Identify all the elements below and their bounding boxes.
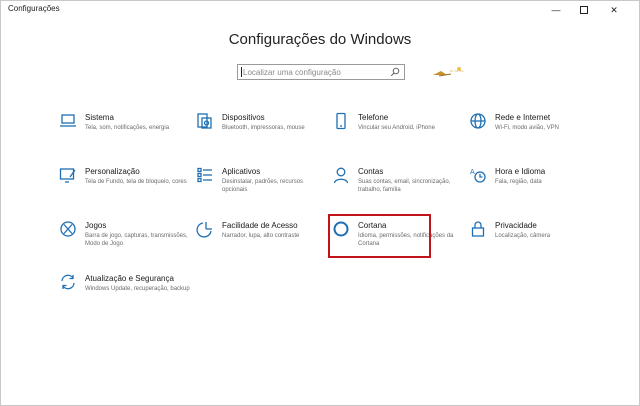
- settings-item-atualizacao[interactable]: Atualização e Segurança Windows Update, …: [59, 273, 190, 313]
- item-description: Barra de jogo, capturas, transmissões, M…: [85, 233, 188, 247]
- item-description: Localização, câmera: [495, 233, 551, 239]
- settings-item-privacidade[interactable]: Privacidade Localização, câmera: [469, 220, 599, 260]
- title-bar: Configurações — ✕: [1, 1, 639, 19]
- settings-item-rede[interactable]: Rede e Internet Wi-Fi, modo avião, VPN: [469, 112, 599, 152]
- item-description: Suas contas, email, sincronização, traba…: [358, 179, 451, 193]
- item-description: Tela, som, notificações, energia: [85, 125, 170, 131]
- devices-icon: [196, 112, 214, 130]
- item-label: Privacidade: [495, 221, 537, 230]
- settings-item-sistema[interactable]: Sistema Tela, som, notificações, energia: [59, 112, 189, 152]
- text-cursor: [241, 67, 242, 77]
- settings-item-hora-idioma[interactable]: A Hora e Idioma Fala, região, data: [469, 166, 599, 206]
- apps-icon: [196, 166, 214, 184]
- item-label: Rede e Internet: [495, 113, 551, 122]
- globe-icon: [469, 112, 487, 130]
- time-language-icon: A: [469, 166, 487, 184]
- item-description: Desinstalar, padrões, recursos opcionais: [222, 179, 304, 193]
- settings-item-jogos[interactable]: Jogos Barra de jogo, capturas, transmiss…: [59, 220, 189, 260]
- item-description: Vincular seu Android, iPhone: [358, 125, 435, 131]
- item-label: Hora e Idioma: [495, 167, 546, 176]
- item-label: Telefone: [358, 113, 389, 122]
- close-icon: ✕: [610, 4, 618, 15]
- maximize-icon: [580, 6, 588, 14]
- lock-icon: [469, 220, 487, 238]
- settings-item-aplicativos[interactable]: Aplicativos Desinstalar, padrões, recurs…: [196, 166, 326, 206]
- item-label: Jogos: [85, 221, 107, 230]
- search-placeholder: Localizar uma configuração: [243, 68, 341, 77]
- window-title: Configurações: [8, 4, 60, 13]
- item-label: Aplicativos: [222, 167, 261, 176]
- item-description: Tela de Fundo, tela de bloqueio, cores: [85, 179, 187, 185]
- item-label: Dispositivos: [222, 113, 265, 122]
- update-icon: [59, 273, 77, 291]
- search-icon[interactable]: [390, 67, 400, 77]
- ease-of-access-icon: [196, 220, 214, 238]
- settings-item-contas[interactable]: Contas Suas contas, email, sincronização…: [332, 166, 462, 206]
- item-label: Facilidade de Acesso: [222, 221, 298, 230]
- laptop-icon: [59, 112, 77, 130]
- page-title: Configurações do Windows: [228, 31, 412, 48]
- settings-item-dispositivos[interactable]: Dispositivos Bluetooth, impressoras, mou…: [196, 112, 326, 152]
- maximize-button[interactable]: [570, 1, 598, 19]
- item-description: Fala, região, data: [495, 179, 542, 185]
- xbox-icon: [59, 220, 77, 238]
- settings-item-personalizacao[interactable]: Personalização Tela de Fundo, tela de bl…: [59, 166, 189, 206]
- svg-text:A: A: [470, 168, 475, 176]
- svg-text:~~~: ~~~: [449, 68, 464, 75]
- item-description: Wi-Fi, modo avião, VPN: [495, 125, 560, 131]
- settings-item-acessibilidade[interactable]: Facilidade de Acesso Narrador, lupa, alt…: [196, 220, 326, 260]
- minimize-icon: —: [551, 5, 561, 15]
- watermark-logo: ~~~: [433, 67, 464, 77]
- item-label: Contas: [358, 167, 384, 176]
- item-description: Bluetooth, impressoras, mouse: [222, 125, 305, 131]
- person-icon: [332, 166, 350, 184]
- settings-window: Configurações — ✕ Configurações do Windo…: [0, 0, 640, 406]
- search-input[interactable]: Localizar uma configuração: [237, 64, 405, 80]
- personalization-icon: [59, 166, 77, 184]
- settings-item-telefone[interactable]: Telefone Vincular seu Android, iPhone: [332, 112, 462, 152]
- item-description: Windows Update, recuperação, backup: [85, 286, 190, 292]
- item-description: Narrador, lupa, alto contraste: [222, 233, 300, 239]
- minimize-button[interactable]: —: [542, 1, 570, 19]
- item-label: Atualização e Segurança: [85, 274, 174, 283]
- item-label: Personalização: [85, 167, 140, 176]
- item-label: Sistema: [85, 113, 114, 122]
- close-button[interactable]: ✕: [600, 1, 628, 19]
- phone-icon: [332, 112, 350, 130]
- cortana-highlight-box: [328, 214, 431, 258]
